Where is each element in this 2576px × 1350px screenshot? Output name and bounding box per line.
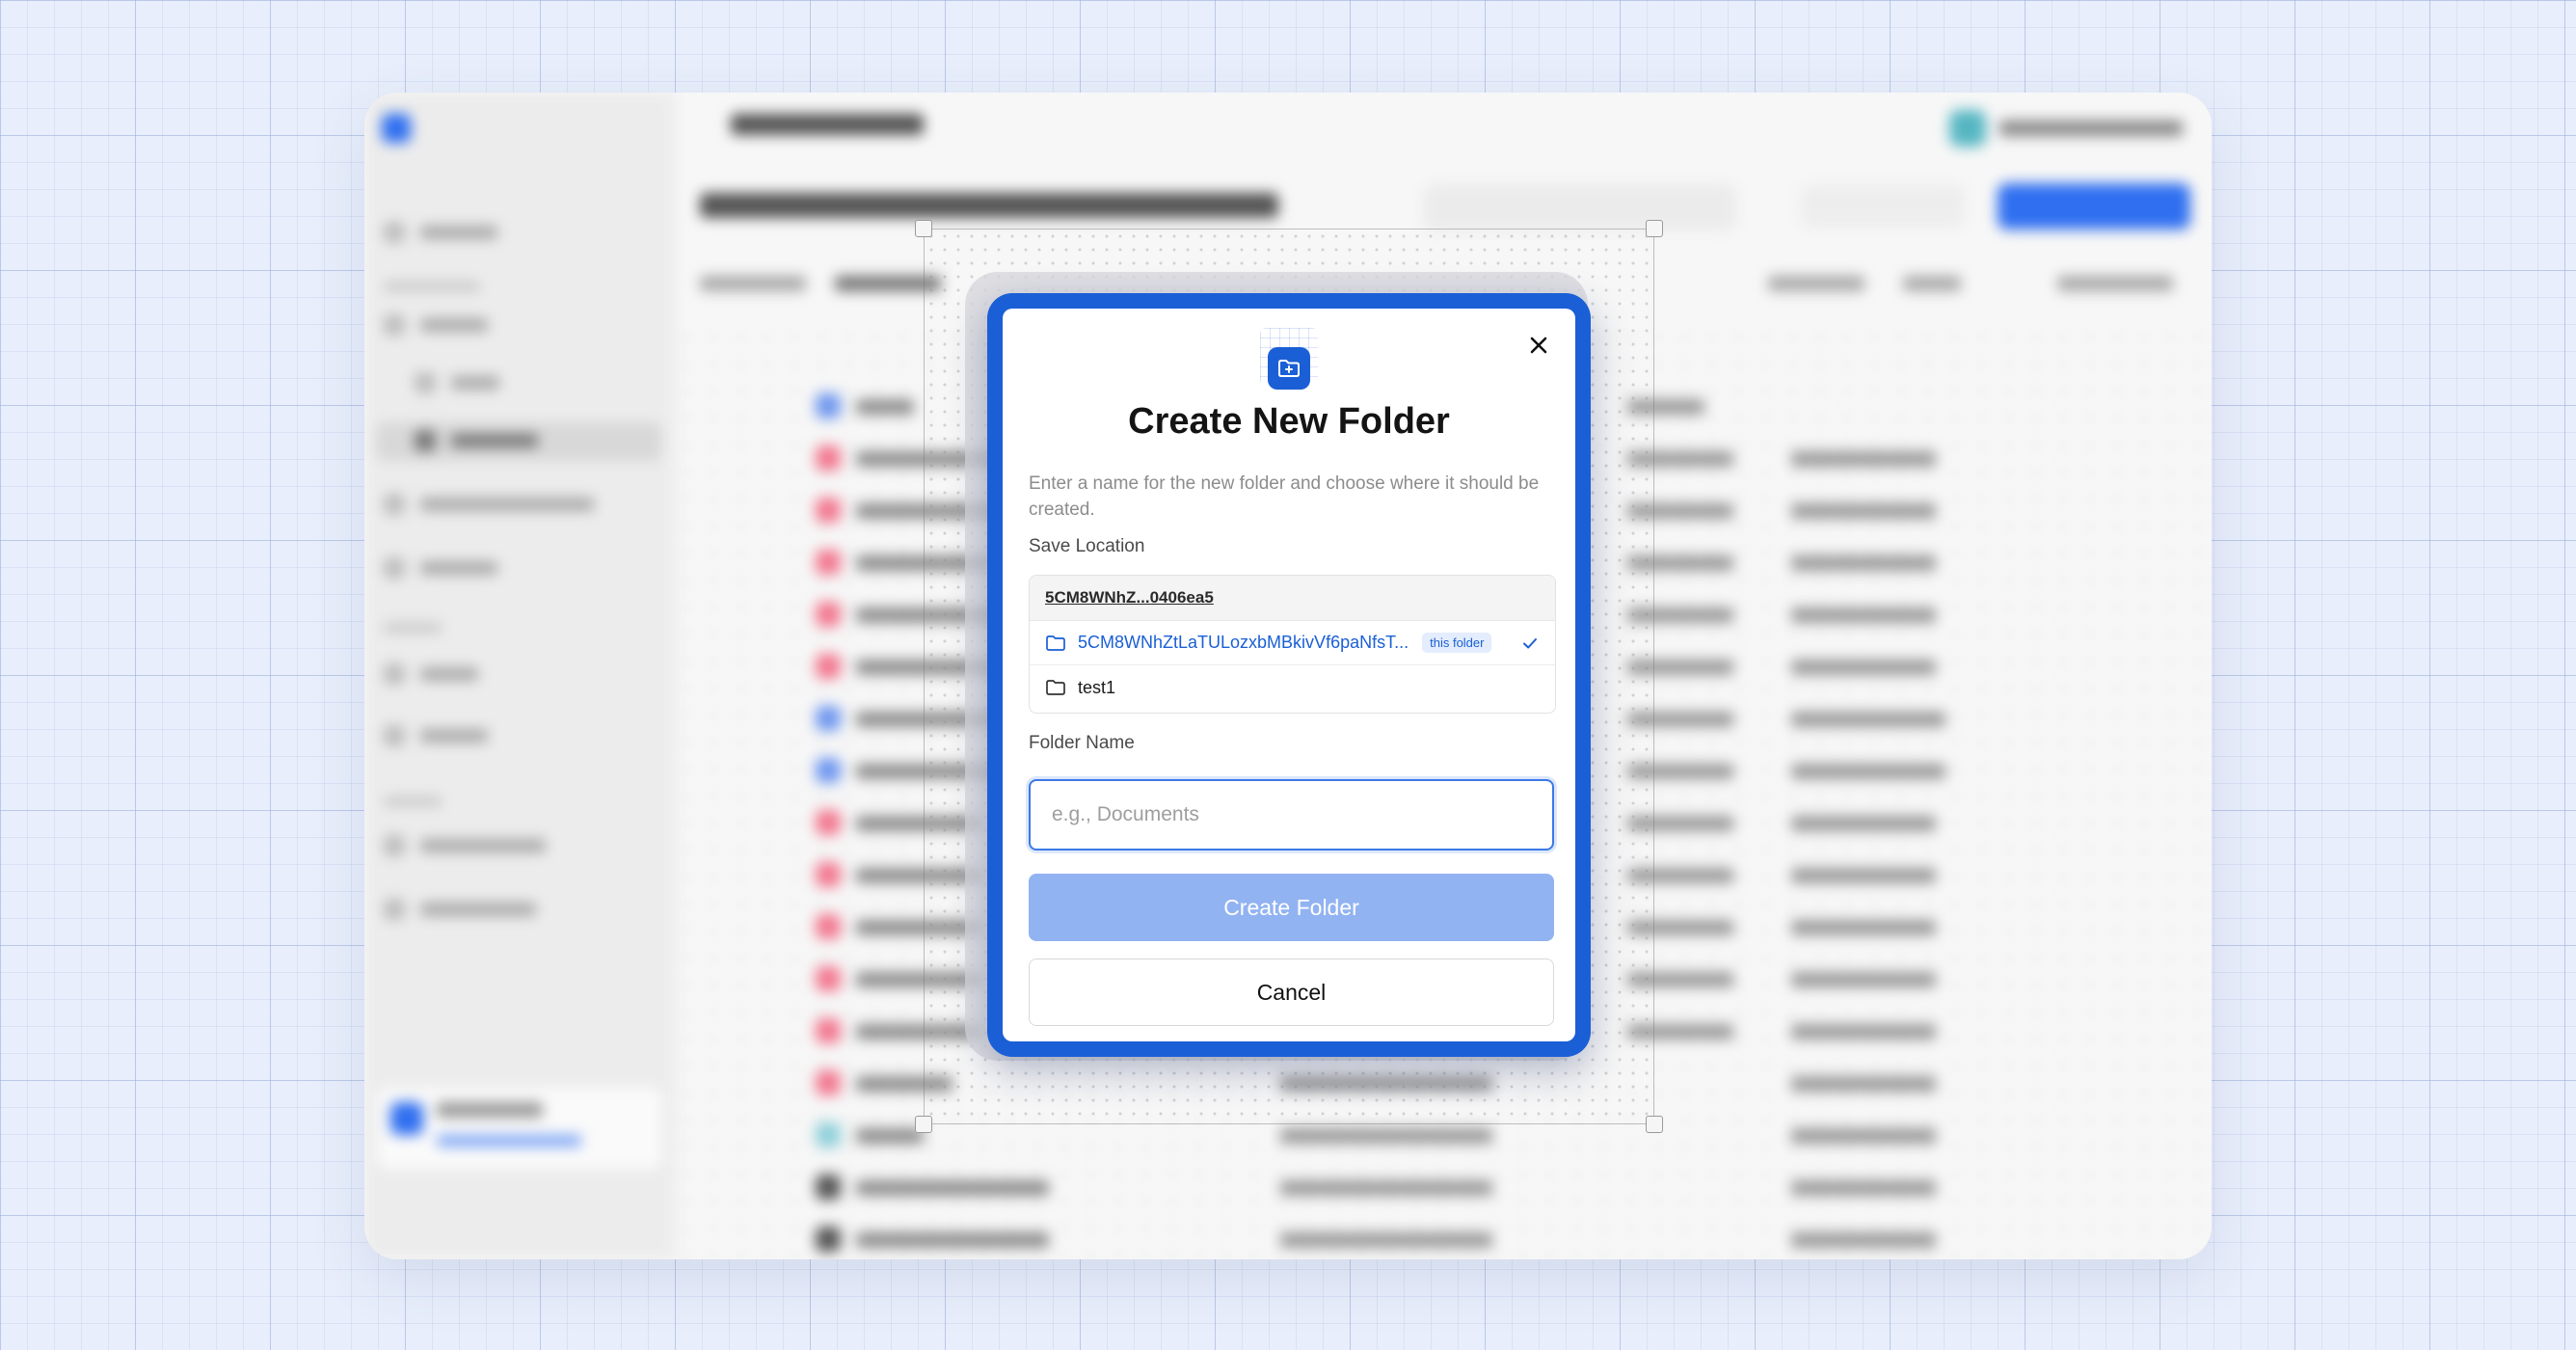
- background-brand: [382, 114, 424, 143]
- background-sidebar-item: [384, 557, 497, 579]
- cancel-button[interactable]: Cancel: [1029, 958, 1554, 1026]
- close-button[interactable]: [1521, 328, 1556, 363]
- background-sidebar-card: [376, 1086, 663, 1171]
- create-folder-dialog: Create New Folder Enter a name for the n…: [1003, 309, 1575, 1041]
- create-folder-button[interactable]: Create Folder: [1029, 874, 1554, 941]
- folder-icon: [1046, 680, 1065, 695]
- folder-option-current[interactable]: 5CM8WNhZtLaTULozxbMBkivVf6paNfsT... this…: [1030, 621, 1555, 665]
- background-sidebar-item: [384, 725, 488, 746]
- background-primary-button: [1998, 183, 2190, 230]
- background-sidebar-item: [384, 494, 594, 515]
- background-path: [700, 193, 1278, 218]
- background-brand-logo: [382, 114, 411, 143]
- background-sidebar-item: [384, 314, 488, 336]
- folder-option-name: 5CM8WNhZtLaTULozxbMBkivVf6paNfsT...: [1078, 633, 1409, 652]
- close-icon: [1530, 337, 1547, 354]
- header-icon-badge: [1268, 347, 1310, 390]
- background-sidebar-section: [384, 796, 442, 806]
- background-user: [1949, 110, 2183, 147]
- background-row: [702, 1163, 2212, 1215]
- resize-handle-bottom-left[interactable]: [915, 1116, 932, 1133]
- dialog-description: Enter a name for the new folder and choo…: [1029, 473, 1540, 520]
- background-topbar: [731, 114, 924, 135]
- background-sidebar-item: [415, 430, 538, 451]
- breadcrumb-link[interactable]: 5CM8WNhZ...0406ea5: [1045, 588, 1214, 608]
- folder-option-test1[interactable]: test1: [1030, 665, 1555, 710]
- background-sidebar-item: [384, 663, 478, 685]
- create-folder-dialog-frame: Create New Folder Enter a name for the n…: [987, 293, 1591, 1057]
- background-sidebar-section: [384, 282, 480, 291]
- folder-plus-icon: [1278, 360, 1300, 377]
- resize-handle-top-left[interactable]: [915, 220, 932, 237]
- location-breadcrumb-bar: 5CM8WNhZ...0406ea5: [1030, 576, 1555, 621]
- background-sidebar-item: [384, 835, 546, 856]
- dialog-title: Create New Folder: [1128, 401, 1450, 442]
- background-sidebar-item: [384, 222, 497, 243]
- this-folder-badge: this folder: [1422, 633, 1492, 653]
- background-sidebar-item: [415, 372, 499, 393]
- folder-icon: [1046, 634, 1065, 651]
- resize-handle-bottom-right[interactable]: [1646, 1116, 1663, 1133]
- background-sidebar-section: [384, 623, 442, 633]
- folder-name-input[interactable]: [1029, 779, 1554, 850]
- background-button: [1801, 185, 1965, 228]
- background-row: [702, 1215, 2212, 1259]
- folder-name-label: Folder Name: [1029, 733, 1135, 753]
- save-location-picker: 5CM8WNhZ...0406ea5 5CM8WNhZtLaTULozxbMBk…: [1029, 575, 1556, 714]
- folder-option-name: test1: [1078, 677, 1116, 697]
- check-icon: [1523, 637, 1537, 648]
- background-sidebar: [364, 93, 674, 1259]
- resize-handle-top-right[interactable]: [1646, 220, 1663, 237]
- background-search: [1425, 185, 1735, 230]
- save-location-label: Save Location: [1029, 536, 1145, 556]
- background-sidebar-item: [384, 899, 536, 920]
